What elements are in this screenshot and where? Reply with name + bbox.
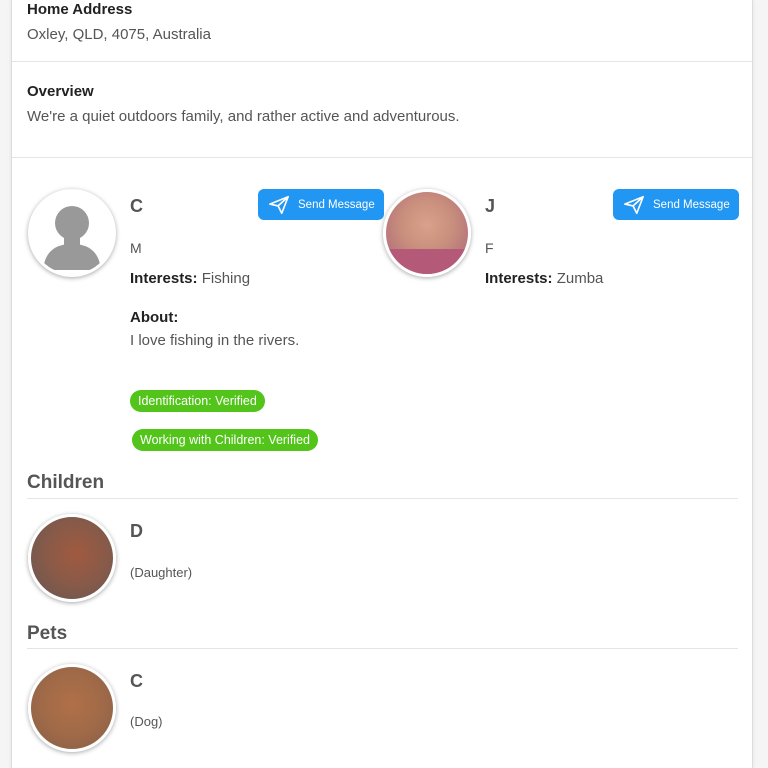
about-label: About: — [130, 309, 179, 326]
send-message-label: Send Message — [298, 198, 375, 211]
pet-avatar — [28, 664, 116, 752]
identification-verified-badge: Identification: Verified — [130, 390, 265, 412]
parent-avatar — [28, 189, 116, 277]
parent-interests: Interests: Fishing — [130, 270, 250, 287]
parent-name: C — [130, 196, 143, 216]
parent-gender: F — [485, 240, 494, 256]
parent-name: J — [485, 196, 496, 216]
parent-avatar — [383, 189, 471, 277]
interests-label: Interests: — [130, 270, 198, 287]
default-user-icon — [43, 206, 101, 270]
interests-value: Zumba — [556, 270, 604, 287]
overview-label: Overview — [27, 83, 94, 100]
overview-value: We're a quiet outdoors family, and rathe… — [27, 108, 460, 125]
interests-label: Interests: — [485, 270, 553, 287]
parent-interests: Interests: Zumba — [485, 270, 603, 287]
parent-gender: M — [130, 240, 142, 256]
wwc-verified-badge: Working with Children: Verified — [132, 429, 318, 451]
child-name: D — [130, 521, 143, 541]
about-value: I love fishing in the rivers. — [130, 332, 300, 349]
send-icon — [269, 195, 289, 215]
divider — [12, 61, 752, 62]
home-address-label: Home Address — [27, 1, 133, 18]
interests-value: Fishing — [201, 270, 251, 287]
children-heading: Children — [27, 472, 105, 493]
send-icon — [624, 195, 644, 215]
avatar-photo — [386, 249, 468, 274]
divider — [12, 157, 752, 158]
pet-name: C — [130, 671, 143, 691]
pet-kind: (Dog) — [130, 714, 163, 729]
send-message-button[interactable]: Send Message — [258, 189, 384, 220]
child-relation: (Daughter) — [130, 565, 193, 580]
home-address-value: Oxley, QLD, 4075, Australia — [27, 26, 211, 43]
divider — [27, 648, 738, 649]
family-profile-card: Home Address Oxley, QLD, 4075, Australia… — [11, 0, 753, 768]
send-message-button[interactable]: Send Message — [613, 189, 739, 220]
divider — [27, 498, 738, 499]
child-avatar — [28, 514, 116, 602]
send-message-label: Send Message — [653, 198, 730, 211]
pets-heading: Pets — [27, 623, 68, 644]
